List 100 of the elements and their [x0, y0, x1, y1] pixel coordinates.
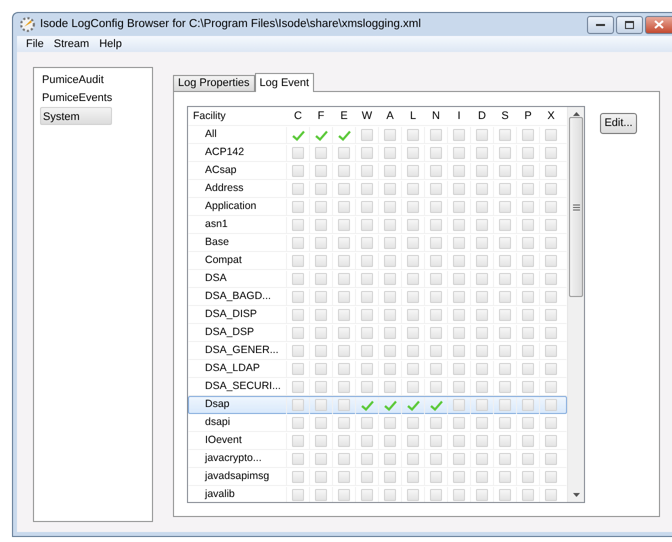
checkbox[interactable] — [522, 129, 534, 141]
checkbox[interactable] — [430, 129, 442, 141]
checkbox[interactable] — [499, 129, 511, 141]
checkbox[interactable] — [430, 453, 442, 465]
check-icon[interactable] — [406, 400, 420, 410]
checkbox[interactable] — [315, 291, 327, 303]
checkbox[interactable] — [476, 309, 488, 321]
checkbox[interactable] — [476, 201, 488, 213]
checkbox[interactable] — [453, 345, 465, 357]
checkbox[interactable] — [315, 435, 327, 447]
checkbox[interactable] — [453, 381, 465, 393]
checkbox[interactable] — [545, 219, 557, 231]
checkbox[interactable] — [407, 381, 419, 393]
checkbox[interactable] — [476, 435, 488, 447]
checkbox[interactable] — [384, 453, 396, 465]
checkbox[interactable] — [384, 255, 396, 267]
checkbox[interactable] — [453, 453, 465, 465]
checkbox[interactable] — [545, 345, 557, 357]
checkbox[interactable] — [361, 183, 373, 195]
checkbox[interactable] — [361, 309, 373, 321]
checkbox[interactable] — [476, 489, 488, 501]
checkbox[interactable] — [476, 327, 488, 339]
menu-item[interactable]: Stream — [50, 36, 96, 52]
checkbox[interactable] — [292, 417, 304, 429]
checkbox[interactable] — [384, 291, 396, 303]
checkbox[interactable] — [499, 183, 511, 195]
checkbox[interactable] — [384, 237, 396, 249]
checkbox[interactable] — [545, 417, 557, 429]
checkbox[interactable] — [384, 327, 396, 339]
checkbox[interactable] — [292, 237, 304, 249]
checkbox[interactable] — [476, 345, 488, 357]
checkbox[interactable] — [430, 255, 442, 267]
checkbox[interactable] — [361, 291, 373, 303]
checkbox[interactable] — [292, 345, 304, 357]
checkbox[interactable] — [361, 165, 373, 177]
checkbox[interactable] — [384, 489, 396, 501]
checkbox[interactable] — [545, 291, 557, 303]
checkbox[interactable] — [338, 309, 350, 321]
checkbox[interactable] — [545, 147, 557, 159]
checkbox[interactable] — [361, 489, 373, 501]
checkbox[interactable] — [361, 363, 373, 375]
checkbox[interactable] — [384, 417, 396, 429]
checkbox[interactable] — [315, 237, 327, 249]
checkbox[interactable] — [361, 237, 373, 249]
checkbox[interactable] — [430, 219, 442, 231]
checkbox[interactable] — [338, 165, 350, 177]
checkbox[interactable] — [292, 219, 304, 231]
checkbox[interactable] — [453, 255, 465, 267]
checkbox[interactable] — [315, 183, 327, 195]
checkbox[interactable] — [407, 417, 419, 429]
check-icon[interactable] — [292, 130, 304, 140]
checkbox[interactable] — [338, 399, 350, 411]
checkbox[interactable] — [384, 183, 396, 195]
checkbox[interactable] — [545, 129, 557, 141]
checkbox[interactable] — [545, 435, 557, 447]
checkbox[interactable] — [499, 291, 511, 303]
checkbox[interactable] — [315, 165, 327, 177]
checkbox[interactable] — [453, 435, 465, 447]
checkbox[interactable] — [499, 471, 511, 483]
checkbox[interactable] — [545, 327, 557, 339]
checkbox[interactable] — [453, 219, 465, 231]
checkbox[interactable] — [545, 237, 557, 249]
checkbox[interactable] — [430, 237, 442, 249]
checkbox[interactable] — [361, 381, 373, 393]
checkbox[interactable] — [522, 435, 534, 447]
checkbox[interactable] — [292, 327, 304, 339]
checkbox[interactable] — [522, 381, 534, 393]
checkbox[interactable] — [522, 489, 534, 501]
checkbox[interactable] — [545, 255, 557, 267]
checkbox[interactable] — [315, 255, 327, 267]
checkbox[interactable] — [430, 147, 442, 159]
checkbox[interactable] — [522, 327, 534, 339]
checkbox[interactable] — [545, 363, 557, 375]
menu-item[interactable]: Help — [96, 36, 129, 52]
checkbox[interactable] — [407, 363, 419, 375]
checkbox[interactable] — [338, 417, 350, 429]
checkbox[interactable] — [315, 273, 327, 285]
checkbox[interactable] — [292, 183, 304, 195]
checkbox[interactable] — [430, 309, 442, 321]
checkbox[interactable] — [545, 471, 557, 483]
checkbox[interactable] — [384, 129, 396, 141]
scroll-down-icon[interactable] — [572, 493, 580, 497]
check-icon[interactable] — [314, 130, 328, 140]
checkbox[interactable] — [384, 309, 396, 321]
checkbox[interactable] — [522, 345, 534, 357]
checkbox[interactable] — [315, 381, 327, 393]
checkbox[interactable] — [384, 381, 396, 393]
checkbox[interactable] — [499, 453, 511, 465]
checkbox[interactable] — [292, 273, 304, 285]
checkbox[interactable] — [453, 273, 465, 285]
checkbox[interactable] — [361, 471, 373, 483]
checkbox[interactable] — [361, 453, 373, 465]
checkbox[interactable] — [292, 453, 304, 465]
checkbox[interactable] — [407, 129, 419, 141]
checkbox[interactable] — [338, 255, 350, 267]
checkbox[interactable] — [292, 291, 304, 303]
checkbox[interactable] — [407, 237, 419, 249]
checkbox[interactable] — [384, 363, 396, 375]
checkbox[interactable] — [499, 345, 511, 357]
checkbox[interactable] — [499, 435, 511, 447]
